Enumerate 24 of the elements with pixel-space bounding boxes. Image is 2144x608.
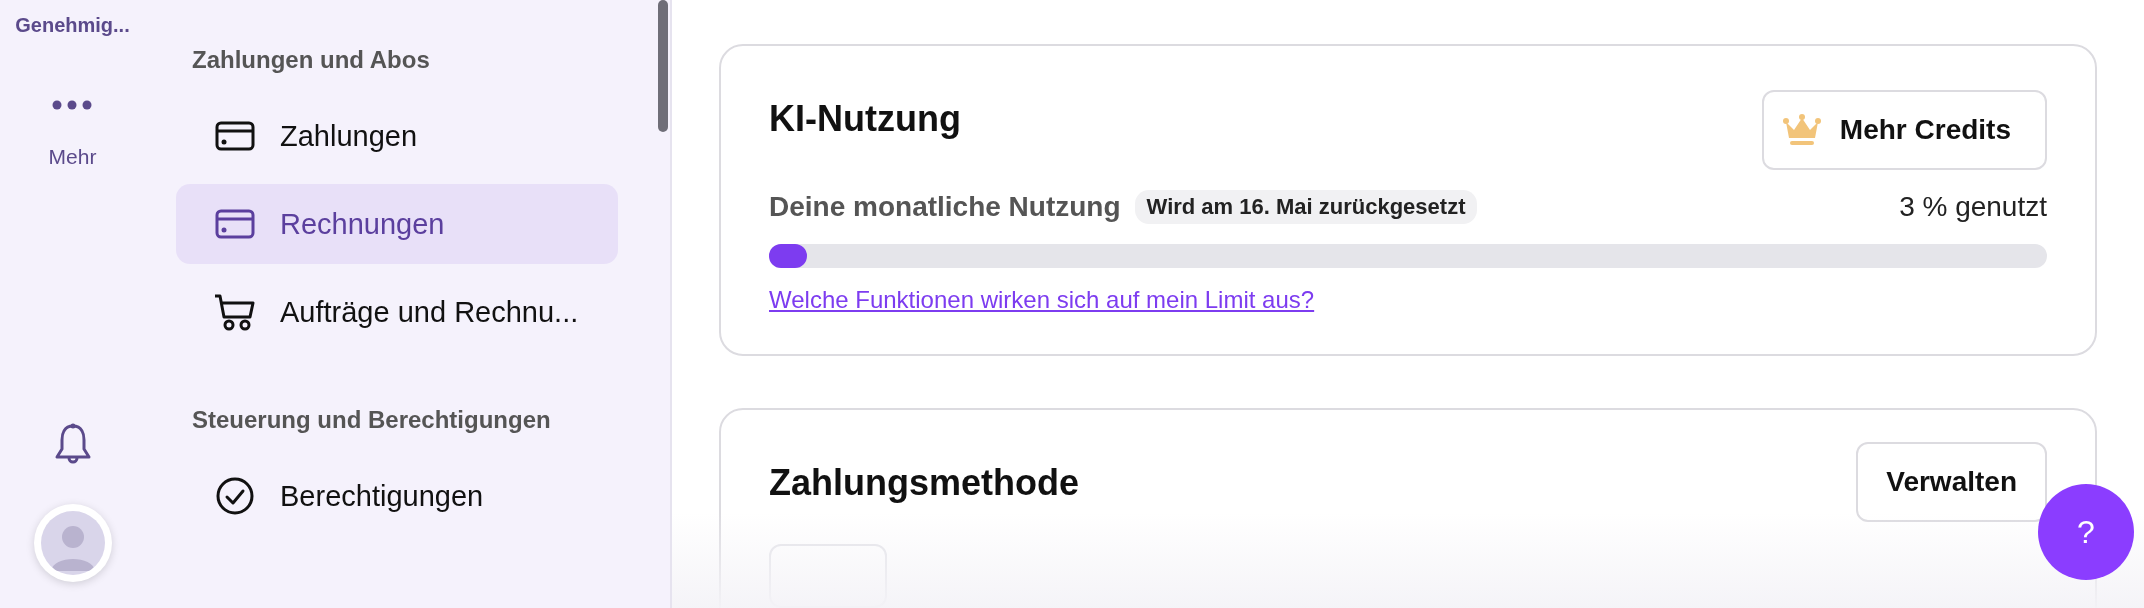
usage-label: Deine monatliche Nutzung bbox=[769, 191, 1121, 223]
sidebar-item[interactable]: Aufträge und Rechnu... bbox=[176, 272, 618, 352]
sidebar-item[interactable]: Zahlungen bbox=[176, 96, 618, 176]
check-circle-icon bbox=[214, 477, 256, 515]
avatar[interactable] bbox=[33, 504, 112, 582]
limit-info-link[interactable]: Welche Funktionen wirken sich auf mein Limit aus? bbox=[769, 286, 1315, 314]
nav-label[interactable]: Genehmig... bbox=[15, 14, 130, 37]
usage-reading: 3 % genutzt bbox=[1899, 191, 2047, 223]
sidebar-item[interactable]: Berechtigungen bbox=[176, 456, 618, 536]
help-button[interactable]: ? bbox=[2038, 484, 2134, 580]
more-credits-button[interactable]: Mehr Credits bbox=[1761, 90, 2047, 170]
sidebar-item[interactable]: Rechnungen bbox=[176, 184, 618, 264]
scrollbar[interactable] bbox=[658, 0, 668, 132]
cart-icon bbox=[214, 293, 256, 331]
section-heading: Zahlungen und Abos bbox=[192, 46, 431, 74]
crown-icon bbox=[1781, 113, 1822, 147]
reset-date-badge: Wird am 16. Mai zurückgesetzt bbox=[1134, 190, 1478, 224]
card-title: Zahlungsmethode bbox=[769, 462, 1079, 504]
card-title: KI-Nutzung bbox=[769, 98, 961, 140]
manage-button[interactable]: Verwalten bbox=[1856, 442, 2047, 522]
notifications-icon[interactable] bbox=[53, 422, 92, 464]
section-heading: Steuerung und Berechtigungen bbox=[192, 406, 552, 434]
more-button[interactable]: Mehr bbox=[48, 99, 97, 169]
more-icon bbox=[51, 99, 94, 111]
